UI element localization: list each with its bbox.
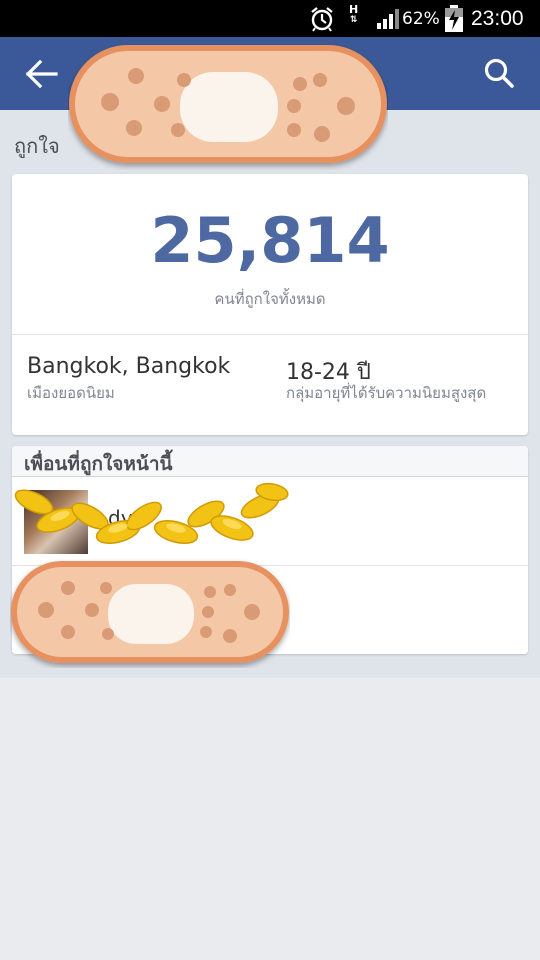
- friends-title: เพื่อนที่ถูกใจหน้านี้: [24, 453, 173, 475]
- top-age-label: กลุ่มอายุที่ได้รับความนิยมสูงสุด: [286, 384, 487, 402]
- battery-percent: 62%: [402, 9, 440, 29]
- search-icon[interactable]: [480, 55, 520, 93]
- battery-charging-icon: [444, 5, 464, 32]
- clock: 23:00: [471, 7, 524, 30]
- likes-stats-card: 25,814 คนที่ถูกใจทั้งหมด Bangkok, Bangko…: [12, 174, 528, 435]
- network-type-icon: H ⇅: [349, 4, 358, 30]
- top-city-value: Bangkok, Bangkok: [27, 354, 231, 379]
- status-bar: H ⇅ 62% 23:00: [0, 0, 540, 37]
- network-type-label: H: [349, 3, 359, 16]
- section-title: ถูกใจ: [14, 134, 60, 158]
- data-arrows-icon: ⇅: [349, 15, 358, 25]
- alarm-icon: [308, 6, 336, 32]
- friends-header: เพื่อนที่ถูกใจหน้านี้: [12, 446, 528, 477]
- leaf-crown-sticker-icon: [10, 480, 290, 560]
- bandage-sticker-icon: [10, 558, 290, 668]
- total-likes-count: 25,814: [150, 204, 390, 277]
- total-likes-caption: คนที่ถูกใจทั้งหมด: [214, 290, 326, 308]
- top-city-label: เมืองยอดนิยม: [27, 384, 115, 402]
- bandage-sticker-icon: [68, 40, 388, 170]
- back-arrow-icon[interactable]: [22, 57, 62, 91]
- signal-strength-icon: [376, 6, 400, 32]
- empty-area: [0, 678, 540, 960]
- divider: [12, 334, 528, 335]
